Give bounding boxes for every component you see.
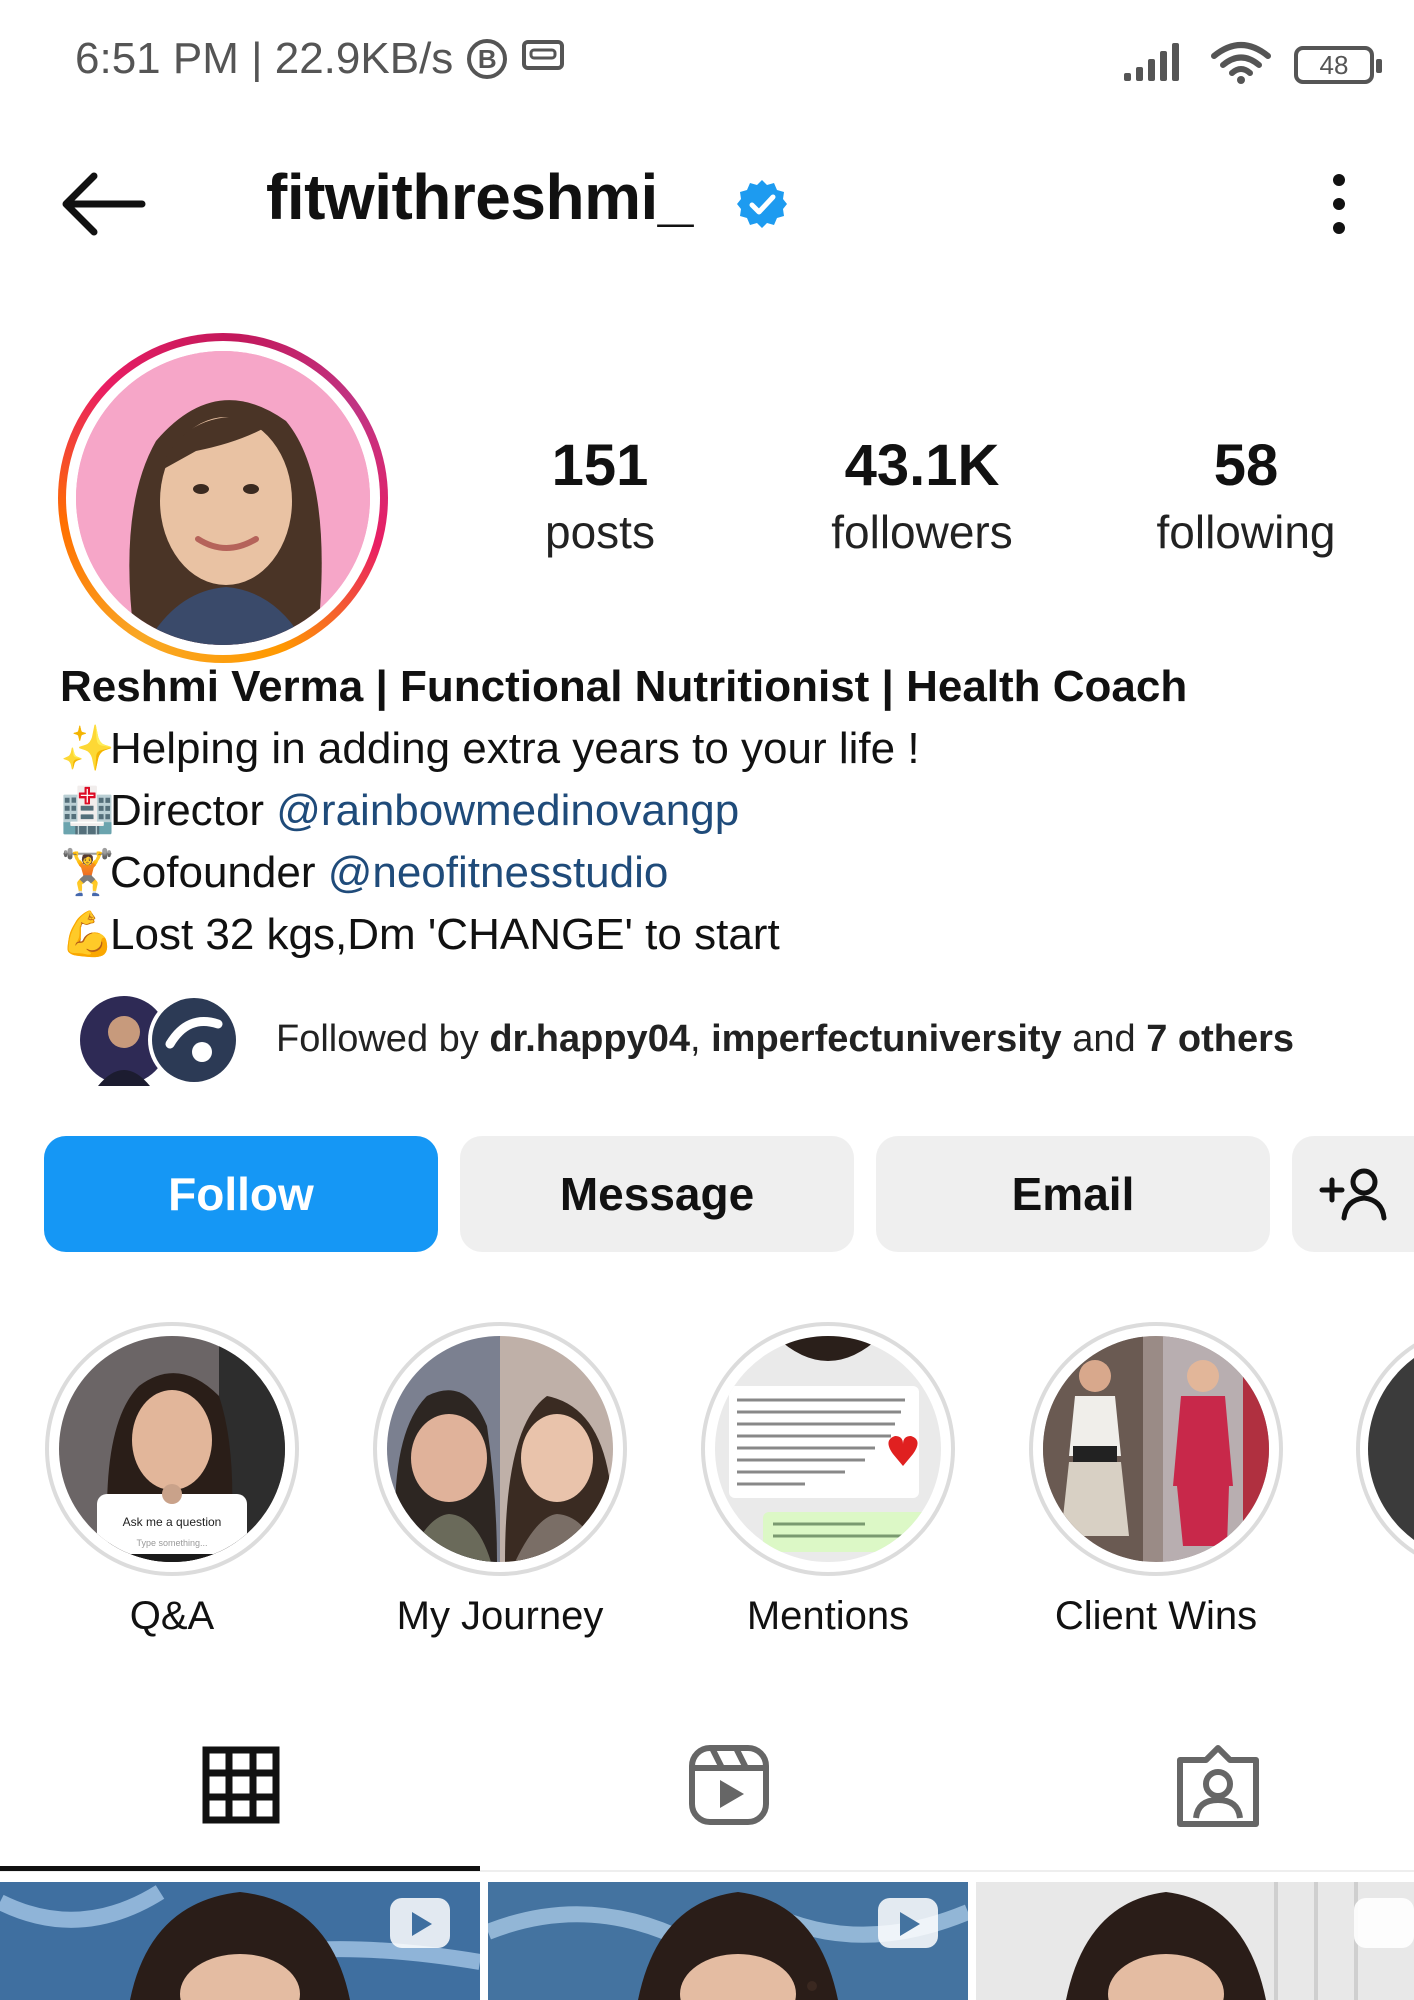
- grid-icon: [202, 1746, 280, 1824]
- back-button[interactable]: [58, 168, 148, 243]
- bio-line-3: 🏋Cofounder @neofitnesstudio: [60, 842, 1380, 904]
- mention-link-neofitnesstudio[interactable]: @neofitnesstudio: [328, 848, 669, 897]
- signal-icon: [1122, 41, 1188, 88]
- followed-by-middle: and: [1061, 1018, 1147, 1060]
- avatar[interactable]: [76, 351, 370, 645]
- bio-line-1-text: Helping in adding extra years to your li…: [110, 724, 920, 773]
- email-button[interactable]: Email: [876, 1136, 1270, 1252]
- vr-icon: [521, 34, 565, 84]
- bio-line-4-text: Lost 32 kgs,Dm 'CHANGE' to start: [110, 910, 780, 959]
- stat-followers[interactable]: 43.1K followers: [808, 432, 1036, 559]
- system-icons: 48: [1122, 40, 1382, 89]
- post-thumbnail[interactable]: [0, 1882, 480, 2000]
- posts-label: posts: [545, 506, 655, 558]
- mutual-followers-avatars[interactable]: [78, 994, 248, 1086]
- highlight-my-journey[interactable]: My Journey: [370, 1322, 630, 1639]
- weightlifter-icon: 🏋: [60, 848, 115, 897]
- add-person-icon: [1319, 1168, 1387, 1221]
- followed-by-prefix: Followed by: [276, 1018, 490, 1060]
- posts-count: 151: [551, 433, 649, 498]
- bio: Reshmi Verma | Functional Nutritionist |…: [60, 656, 1380, 966]
- highlight-cover: [1043, 1336, 1269, 1562]
- highlight-sticker-text: Ask me a question: [123, 1515, 222, 1529]
- more-vertical-icon: [1333, 174, 1345, 234]
- bio-name: Reshmi Verma | Functional Nutritionist |…: [60, 662, 1188, 711]
- highlight-ring: [373, 1322, 627, 1576]
- status-time-speed: 6:51 PM | 22.9KB/s: [75, 34, 454, 83]
- followed-by-sep: ,: [689, 1018, 712, 1060]
- highlight-mentions[interactable]: Mentions: [698, 1322, 958, 1639]
- bio-line-2-text: Director: [110, 786, 277, 835]
- highlight-client-wins[interactable]: Client Wins: [1026, 1322, 1286, 1639]
- tab-reels[interactable]: [688, 1744, 770, 1831]
- suggested-people-button[interactable]: [1292, 1136, 1414, 1252]
- highlight-ring: [701, 1322, 955, 1576]
- tagged-icon: [1177, 1745, 1259, 1827]
- highlight-label: Client Wins: [1054, 1594, 1258, 1638]
- verified-badge-icon: [736, 178, 788, 235]
- flexed-biceps-icon: 💪: [60, 910, 115, 959]
- followed-by-others[interactable]: 7 others: [1146, 1018, 1294, 1060]
- followers-count: 43.1K: [844, 433, 1000, 498]
- followed-by-user-1[interactable]: dr.happy04: [489, 1018, 690, 1060]
- stat-posts[interactable]: 151 posts: [520, 432, 680, 559]
- reels-icon: [689, 1745, 769, 1825]
- highlight-cover: [387, 1336, 613, 1562]
- back-arrow-icon: [62, 172, 146, 236]
- post-thumbnail[interactable]: [976, 1882, 1414, 2000]
- highlight-ring: Ask me a question Type something...: [45, 1322, 299, 1576]
- hospital-icon: 🏥: [60, 786, 115, 835]
- highlight-cover: Ask me a question Type something...: [59, 1336, 285, 1562]
- highlight-label: Q&A: [129, 1594, 215, 1638]
- followed-by-text[interactable]: Followed by dr.happy04, imperfectunivers…: [276, 1018, 1294, 1061]
- highlight-ring: [1029, 1322, 1283, 1576]
- highlight-qa[interactable]: Ask me a question Type something... Q&A: [42, 1322, 302, 1639]
- highlight-sticker-placeholder: Type something...: [136, 1538, 207, 1548]
- battery-icon: 48: [1294, 45, 1382, 84]
- tab-active-indicator: [0, 1866, 480, 1871]
- highlight-label: My Journey: [396, 1594, 604, 1638]
- status-bar: 6:51 PM | 22.9KB/s B: [75, 34, 565, 84]
- stat-following[interactable]: 58 following: [1132, 432, 1360, 559]
- tab-tagged[interactable]: [1176, 1744, 1260, 1833]
- bio-line-4: 💪Lost 32 kgs,Dm 'CHANGE' to start: [60, 904, 1380, 966]
- follow-button[interactable]: Follow: [44, 1136, 438, 1252]
- bio-line-1: ✨Helping in adding extra years to your l…: [60, 718, 1380, 780]
- followed-by-user-2[interactable]: imperfectuniversity: [711, 1018, 1062, 1060]
- bio-line-3-text: Cofounder: [110, 848, 328, 897]
- following-count: 58: [1213, 433, 1279, 498]
- wifi-icon: [1210, 40, 1272, 89]
- post-thumbnail[interactable]: [488, 1882, 968, 2000]
- sparkles-icon: ✨: [60, 724, 115, 773]
- profile-username: fitwithreshmi_: [266, 161, 693, 233]
- bio-line-2: 🏥Director @rainbowmedinovangp: [60, 780, 1380, 842]
- more-options-button[interactable]: [1324, 172, 1354, 241]
- highlight-cover: [715, 1336, 941, 1562]
- followers-label: followers: [831, 506, 1013, 558]
- highlight-label: Mentions: [746, 1594, 910, 1638]
- mention-link-rainbowmedinovangp[interactable]: @rainbowmedinovangp: [276, 786, 739, 835]
- tab-grid[interactable]: [202, 1746, 280, 1829]
- message-button[interactable]: Message: [460, 1136, 854, 1252]
- b-icon: B: [467, 39, 508, 79]
- highlight-partial[interactable]: [1354, 1322, 1414, 1576]
- following-label: following: [1156, 506, 1336, 558]
